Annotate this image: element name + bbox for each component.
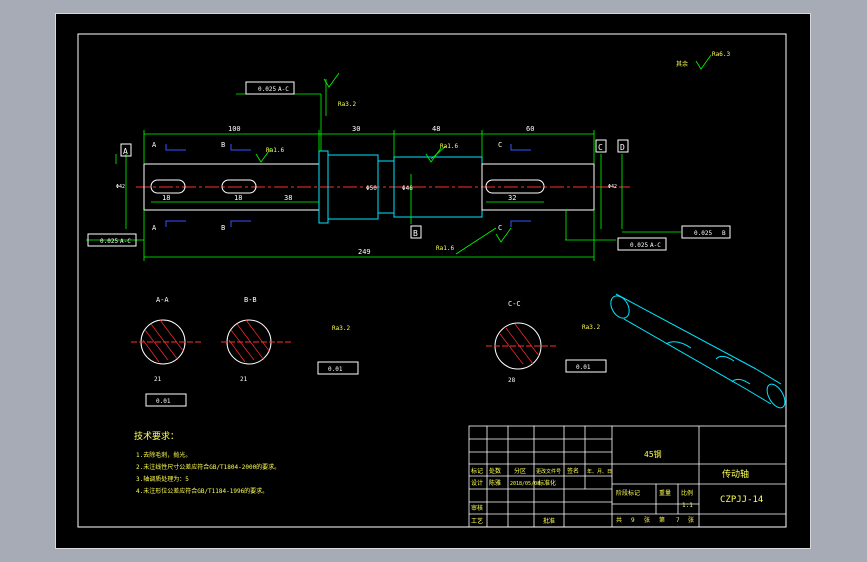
tb-r1-1: 处数: [489, 467, 501, 475]
sec-letter-c1: C: [498, 141, 502, 149]
datum-a: A: [123, 147, 128, 156]
section-aa-dim: 21: [154, 376, 162, 383]
other-roughness: 其余: [676, 60, 688, 68]
ra-3: Ra3.2: [338, 101, 356, 108]
datum-d: D: [620, 143, 625, 152]
tol-frame-2-ref: A-C: [650, 242, 661, 249]
tb-sheet-unit: 张: [644, 516, 650, 524]
tb-r2-1: 陈雅: [489, 479, 501, 487]
tb-r2r-2: 比例: [681, 489, 693, 497]
ra-0: Ra1.6: [266, 147, 284, 154]
section-cc-label: C-C: [508, 300, 521, 308]
tb-r1-5: 年、月、日: [587, 468, 612, 475]
tol-frame-1-val: 0.025: [100, 238, 118, 245]
tb-r2-3: 标准化: [538, 479, 556, 487]
section-bb: B-B 21: [221, 296, 291, 383]
diam-right-0: Φ42: [608, 184, 617, 190]
tolerance-frames: 0.025 A-C 0.025 A-C 0.025 A-C 0.025 B: [87, 81, 731, 251]
dim-bottom-3: 32: [508, 194, 516, 202]
iso-shaft-view: [610, 293, 786, 409]
tb-material: 45钢: [644, 449, 662, 459]
tol-frame-1-ref: A-C: [120, 238, 131, 245]
other-ra: Ra6.3: [712, 51, 730, 58]
section-aa-label: A-A: [156, 296, 169, 304]
tb-sheet-total-label: 共: [616, 516, 622, 524]
sec-letter-a2: A: [152, 224, 157, 232]
section-bb-dim: 21: [240, 376, 248, 383]
tol-frame-4-ref: B: [722, 230, 726, 237]
tb-r1-0: 标记: [471, 467, 483, 475]
dim-texts: 100 30 48 60 249 18 18 38 32 Φ50 Φ46 Φ42…: [116, 125, 617, 256]
ra-2: Ra1.6: [436, 245, 454, 252]
tb-r1-3: 更改文件号: [536, 468, 561, 475]
tech-item-1: 1.去除毛刺，抛光。: [136, 451, 191, 459]
section-cc-dim: 28: [508, 377, 516, 384]
section-markers: [165, 144, 531, 227]
dim-bottom-2: 38: [284, 194, 292, 202]
tol-frame-2-val: 0.025: [630, 242, 648, 249]
tb-r1-2: 分区: [514, 467, 526, 475]
tb-r4-0: 工艺: [471, 517, 483, 525]
section-aa: A-A 21: [131, 296, 201, 383]
sec-letter-b1: B: [221, 141, 225, 149]
dim-top-2: 48: [432, 125, 440, 133]
tech-heading: 技术要求：: [134, 430, 179, 442]
tol-frame-3-val: 0.025: [258, 86, 276, 93]
cad-drawing: A B C D 100 30 48 60 249 18 18 38 32 Φ50…: [77, 33, 787, 528]
dim-top-3: 60: [526, 125, 534, 133]
main-view: [86, 54, 712, 261]
dim-top-0: 100: [228, 125, 241, 133]
section-ra-cc: Ra3.2: [582, 324, 600, 331]
tb-r3-0: 审核: [471, 504, 483, 512]
section-tol-frames: 0.01 0.01 0.01 Ra3.2 Ra3.2: [145, 324, 607, 407]
datum-b: B: [413, 229, 418, 238]
section-bb-label: B-B: [244, 296, 257, 304]
dim-top-1: 30: [352, 125, 360, 133]
tb-sheet-count: 9: [631, 517, 635, 524]
tb-sheet-page: 7: [676, 517, 680, 524]
tb-r2-0: 设计: [471, 479, 483, 487]
tol-frame-3-ref: A-C: [278, 86, 289, 93]
tech-item-2: 2.未注线性尺寸公差应符合GB/T1804-2000的要求。: [136, 463, 280, 471]
section-cc-tol: 0.01: [576, 364, 591, 371]
tb-sheet-unit2: 张: [688, 516, 694, 524]
tb-scale: 1:1: [682, 502, 693, 509]
diam-left-0: Φ42: [116, 184, 125, 190]
roughness-symbols: [255, 54, 712, 243]
sec-letter-c2: C: [498, 224, 502, 232]
tb-drawing-no: CZPJJ-14: [720, 495, 763, 505]
tech-item-3: 3.轴调质处理为：5: [136, 475, 189, 483]
ra-1: Ra1.6: [440, 143, 458, 150]
tb-sheet-page-label: 第: [659, 516, 665, 524]
datum-c: C: [598, 143, 603, 152]
diam-mid: Φ46: [402, 185, 413, 192]
section-bb-tol: 0.01: [328, 366, 343, 373]
dim-bottom-0: 18: [162, 194, 170, 202]
tb-r4-1: 批准: [543, 517, 555, 525]
tb-r2r-1: 重量: [659, 489, 671, 497]
sec-letter-b2: B: [221, 224, 225, 232]
roughness-labels: Ra1.6 Ra1.6 Ra1.6 Ra3.2 其余 Ra6.3: [266, 51, 730, 252]
tb-r1-4: 签名: [567, 467, 579, 475]
section-cc: C-C 28: [486, 300, 556, 384]
dim-total: 249: [358, 248, 371, 256]
tb-r2-2: 2018/05/08: [510, 481, 540, 487]
tol-frame-4-val: 0.025: [694, 230, 712, 237]
dim-bottom-1: 18: [234, 194, 242, 202]
sec-letter-a1: A: [152, 141, 157, 149]
section-aa-tol: 0.01: [156, 398, 171, 405]
tech-item-4: 4.未注形位公差应符合GB/T1184-1996的要求。: [136, 487, 268, 495]
tb-r2r-0: 阶段标记: [616, 489, 640, 497]
section-ra-bb: Ra3.2: [332, 325, 350, 332]
diam-center: Φ50: [366, 185, 377, 192]
drawing-viewport[interactable]: A B C D 100 30 48 60 249 18 18 38 32 Φ50…: [55, 13, 811, 549]
dim-lines-top: [86, 79, 681, 261]
tech-requirements: 技术要求： 1.去除毛刺，抛光。 2.未注线性尺寸公差应符合GB/T1804-2…: [134, 430, 280, 495]
title-block-text: 45钢 传动轴 CZPJJ-14 1:1 共 9 张 第 7 张 标记 处数 分…: [471, 449, 763, 525]
tb-part-name: 传动轴: [722, 468, 749, 480]
